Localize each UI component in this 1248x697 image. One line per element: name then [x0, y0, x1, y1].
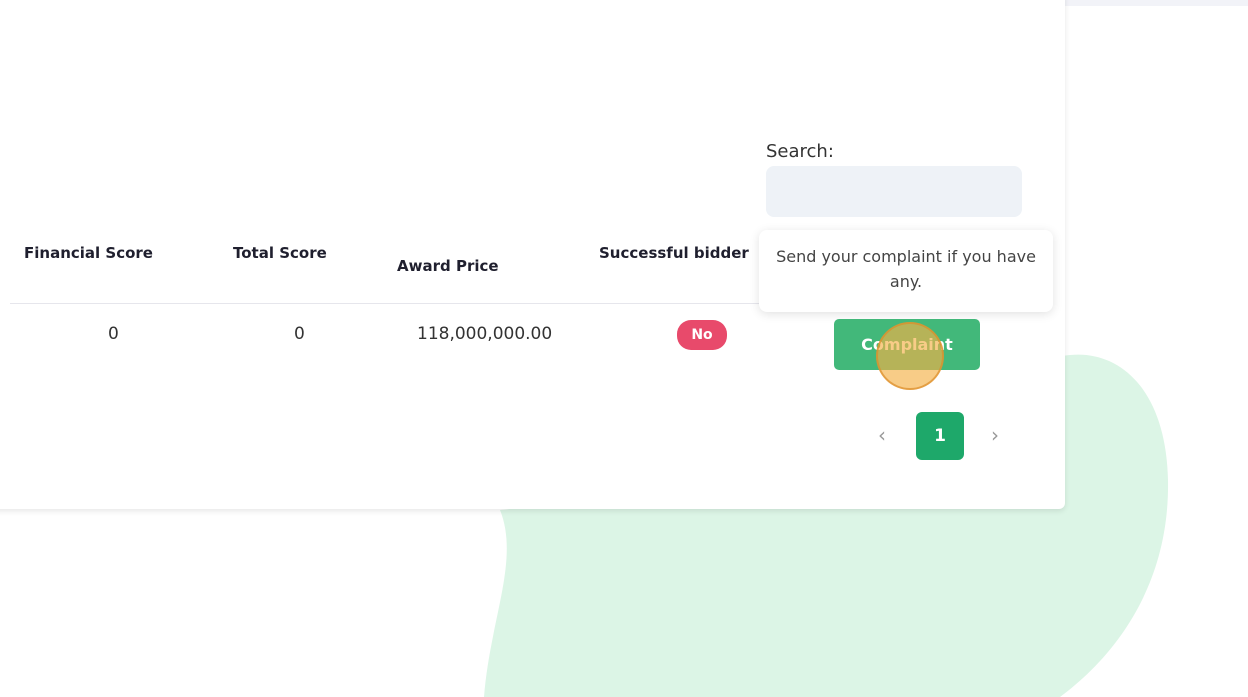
chevron-left-icon[interactable]: ‹ — [878, 423, 886, 447]
status-badge: No — [677, 320, 727, 350]
column-header-financial-score[interactable]: Financial Score — [24, 244, 153, 262]
cell-financial-score: 0 — [108, 324, 119, 344]
column-header-successful-bidder[interactable]: Successful bidder — [599, 244, 749, 262]
page-1-button[interactable]: 1 — [916, 412, 964, 460]
search-input[interactable] — [766, 166, 1022, 217]
column-header-award-price[interactable]: Award Price — [397, 257, 499, 275]
cell-award-price: 118,000,000.00 — [417, 324, 553, 344]
header-divider — [10, 303, 770, 304]
search-label: Search: — [766, 141, 834, 162]
chevron-right-icon[interactable]: › — [991, 423, 999, 447]
column-header-total-score[interactable]: Total Score — [233, 244, 327, 262]
complaint-tooltip: Send your complaint if you have any. — [759, 230, 1053, 312]
click-indicator — [876, 322, 944, 390]
cell-total-score: 0 — [294, 324, 305, 344]
